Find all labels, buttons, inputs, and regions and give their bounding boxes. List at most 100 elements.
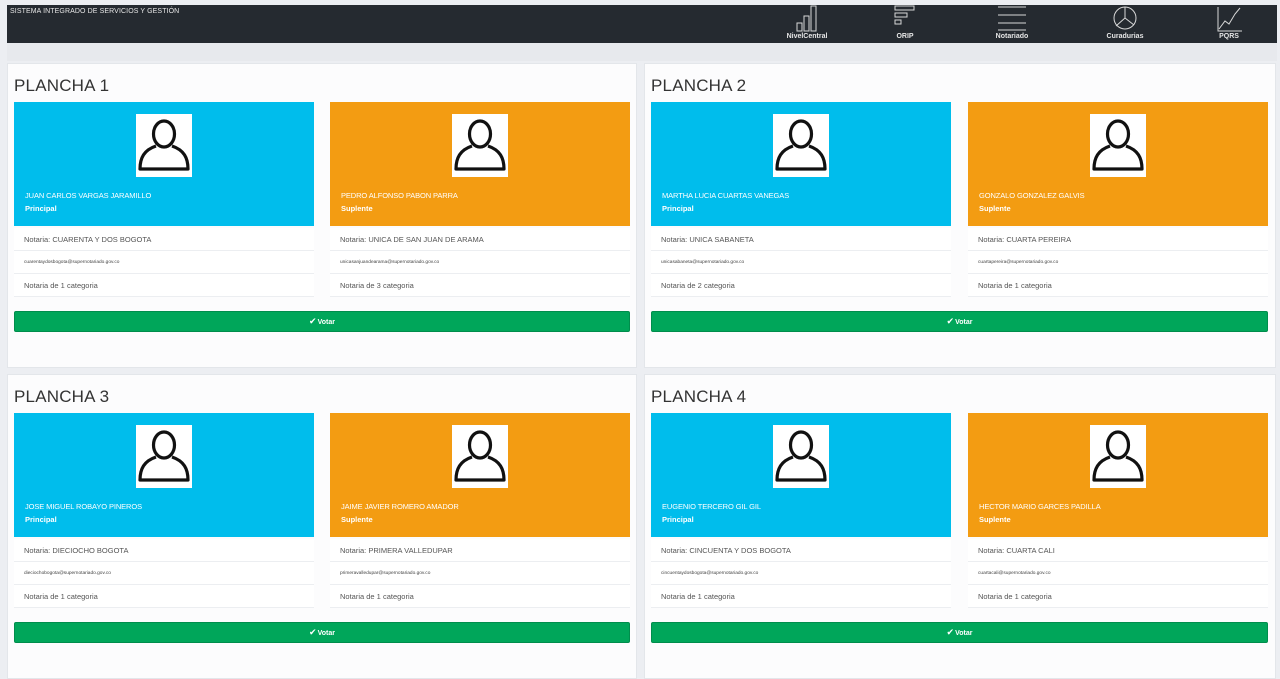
candidate-categoria: Notaria de 1 categoria xyxy=(651,585,951,608)
vote-button[interactable]: ✔Votar xyxy=(14,622,630,643)
candidate-card-principal: JOSE MIGUEL ROBAYO PINEROS Principal Not… xyxy=(14,413,314,609)
plancha-title: PLANCHA 2 xyxy=(651,76,747,95)
candidate-notaria: Notaria: CUARTA PEREIRA xyxy=(968,228,1268,251)
candidate-notaria: Notaria: UNICA SABANETA xyxy=(651,228,951,251)
vote-button-label: Votar xyxy=(317,319,335,326)
candidate-notaria: Notaria: DIECIOCHO BOGOTA xyxy=(14,539,314,562)
candidate-card-suplente: HECTOR MARIO GARCES PADILLA Suplente Not… xyxy=(968,413,1268,609)
candidate-name: EUGENIO TERCERO GIL GIL xyxy=(662,502,761,511)
candidate-notaria: Notaria: UNICA DE SAN JUAN DE ARAMA xyxy=(330,228,630,251)
vote-button[interactable]: ✔Votar xyxy=(651,622,1268,643)
user-avatar-icon xyxy=(136,114,192,177)
candidate-header: JOSE MIGUEL ROBAYO PINEROS Principal xyxy=(14,413,314,537)
candidate-name: JUAN CARLOS VARGAS JARAMILLO xyxy=(25,191,152,200)
nav-label-notariado: Notariado xyxy=(995,33,1029,40)
candidate-name: JAIME JAVIER ROMERO AMADOR xyxy=(341,502,459,511)
nav-label-nivelcentral: NivelCentral xyxy=(786,33,828,40)
candidate-categoria: Notaria de 1 categoria xyxy=(968,585,1268,608)
app-title: SISTEMA INTEGRADO DE SERVICIOS Y GESTIÓN xyxy=(10,8,180,15)
plancha-title: PLANCHA 4 xyxy=(651,387,747,406)
user-avatar-icon xyxy=(1090,114,1146,177)
vote-button-label: Votar xyxy=(955,319,973,326)
plancha-panel: PLANCHA 1 JUAN CARLOS VARGAS JARAMILLO P… xyxy=(7,63,637,368)
nav-item-orip[interactable]: ORIP xyxy=(870,5,940,43)
candidate-card-principal: MARTHA LUCIA CUARTAS VANEGAS Principal N… xyxy=(651,102,951,298)
plancha-title: PLANCHA 1 xyxy=(14,76,110,95)
candidate-name: MARTHA LUCIA CUARTAS VANEGAS xyxy=(662,191,790,200)
plancha-title: PLANCHA 3 xyxy=(14,387,110,406)
line-chart-icon xyxy=(1217,7,1242,32)
plancha-panel: PLANCHA 3 JOSE MIGUEL ROBAYO PINEROS Pri… xyxy=(7,374,637,679)
candidate-categoria: Notaria de 1 categoria xyxy=(14,274,314,297)
vote-button[interactable]: ✔Votar xyxy=(651,311,1268,332)
candidate-email: cincuentaydosbogota@supernotariado.gov.c… xyxy=(651,562,951,585)
sub-header-bar xyxy=(7,43,1277,61)
candidate-header: JUAN CARLOS VARGAS JARAMILLO Principal xyxy=(14,102,314,226)
user-avatar-icon xyxy=(136,425,192,488)
candidate-notaria: Notaria: CUARENTA Y DOS BOGOTA xyxy=(14,228,314,251)
candidate-card-suplente: GONZALO GONZALEZ GALVIS Suplente Notaria… xyxy=(968,102,1268,298)
vote-button-label: Votar xyxy=(955,630,973,637)
candidate-email: primeravalledupar@supernotariado.gov.co xyxy=(330,562,630,585)
candidate-role: Principal xyxy=(662,515,694,524)
nav-item-curadurias[interactable]: Curadurias xyxy=(1090,5,1160,43)
plancha-panel: PLANCHA 2 MARTHA LUCIA CUARTAS VANEGAS P… xyxy=(644,63,1276,368)
list-icon xyxy=(998,6,1026,31)
user-avatar-icon xyxy=(773,114,829,177)
top-navbar: SISTEMA INTEGRADO DE SERVICIOS Y GESTIÓN… xyxy=(7,5,1277,43)
candidate-name: PEDRO ALFONSO PABON PARRA xyxy=(341,191,458,200)
nav-label-pqrs: PQRS xyxy=(1219,33,1239,40)
candidate-categoria: Notaria de 1 categoria xyxy=(330,585,630,608)
candidate-name: JOSE MIGUEL ROBAYO PINEROS xyxy=(25,502,143,511)
candidate-notaria: Notaria: CUARTA CALI xyxy=(968,539,1268,562)
nav-label-curadurias: Curadurias xyxy=(1106,33,1144,40)
candidate-categoria: Notaria de 1 categoria xyxy=(968,274,1268,297)
candidate-card-principal: JUAN CARLOS VARGAS JARAMILLO Principal N… xyxy=(14,102,314,298)
candidate-email: cuartapereira@supernotariado.gov.co xyxy=(968,251,1268,274)
candidate-header: MARTHA LUCIA CUARTAS VANEGAS Principal xyxy=(651,102,951,226)
candidate-name: HECTOR MARIO GARCES PADILLA xyxy=(979,502,1101,511)
vote-button-label: Votar xyxy=(317,630,335,637)
plancha-panel: PLANCHA 4 EUGENIO TERCERO GIL GIL Princi… xyxy=(644,374,1276,679)
candidate-categoria: Notaria de 2 categoria xyxy=(651,274,951,297)
candidate-header: JAIME JAVIER ROMERO AMADOR Suplente xyxy=(330,413,630,537)
pie-chart-icon xyxy=(1113,6,1137,30)
bar-chart-icon xyxy=(796,5,817,32)
candidate-header: GONZALO GONZALEZ GALVIS Suplente xyxy=(968,102,1268,226)
candidate-notaria: Notaria: PRIMERA VALLEDUPAR xyxy=(330,539,630,562)
horizontal-bars-icon xyxy=(894,5,915,25)
candidate-notaria: Notaria: CINCUENTA Y DOS BOGOTA xyxy=(651,539,951,562)
candidate-categoria: Notaria de 3 categoria xyxy=(330,274,630,297)
candidate-header: HECTOR MARIO GARCES PADILLA Suplente xyxy=(968,413,1268,537)
candidate-role: Suplente xyxy=(979,515,1011,524)
candidate-role: Suplente xyxy=(341,204,373,213)
check-icon: ✔ xyxy=(946,627,955,637)
check-icon: ✔ xyxy=(309,627,317,637)
candidate-header: PEDRO ALFONSO PABON PARRA Suplente xyxy=(330,102,630,226)
candidate-email: unicasabaneta@supernotariado.gov.co xyxy=(651,251,951,274)
candidate-role: Principal xyxy=(662,204,694,213)
candidate-role: Principal xyxy=(25,204,57,213)
vote-button[interactable]: ✔Votar xyxy=(14,311,630,332)
candidate-header: EUGENIO TERCERO GIL GIL Principal xyxy=(651,413,951,537)
user-avatar-icon xyxy=(773,425,829,488)
candidate-name: GONZALO GONZALEZ GALVIS xyxy=(979,191,1085,200)
nav-item-notariado[interactable]: Notariado xyxy=(977,5,1047,43)
user-avatar-icon xyxy=(1090,425,1146,488)
candidate-role: Suplente xyxy=(979,204,1011,213)
candidate-email: unicasanjuandearama@supernotariado.gov.c… xyxy=(330,251,630,274)
candidate-card-suplente: PEDRO ALFONSO PABON PARRA Suplente Notar… xyxy=(330,102,630,298)
check-icon: ✔ xyxy=(946,316,955,326)
candidate-card-suplente: JAIME JAVIER ROMERO AMADOR Suplente Nota… xyxy=(330,413,630,609)
candidate-email: cuarentaydosbogota@supernotariado.gov.co xyxy=(14,251,314,274)
candidate-email: dieciochobogota@supernotariado.gov.co xyxy=(14,562,314,585)
user-avatar-icon xyxy=(452,425,508,488)
nav-label-orip: ORIP xyxy=(896,33,914,40)
nav-item-nivelcentral[interactable]: NivelCentral xyxy=(772,5,842,43)
nav-item-pqrs[interactable]: PQRS xyxy=(1194,5,1264,43)
user-avatar-icon xyxy=(452,114,508,177)
candidate-role: Suplente xyxy=(341,515,373,524)
check-icon: ✔ xyxy=(309,316,317,326)
candidate-card-principal: EUGENIO TERCERO GIL GIL Principal Notari… xyxy=(651,413,951,609)
candidate-role: Principal xyxy=(25,515,57,524)
